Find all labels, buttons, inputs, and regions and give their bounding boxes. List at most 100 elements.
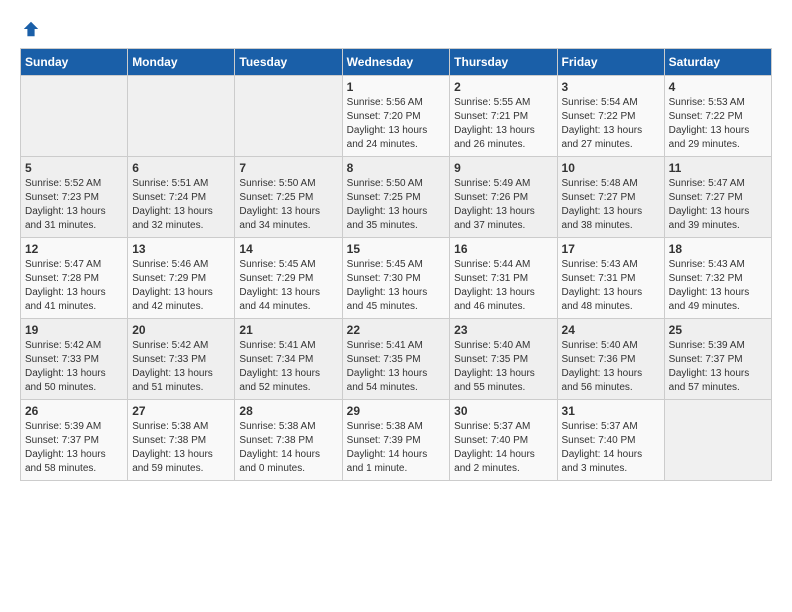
calendar-cell xyxy=(235,76,342,157)
day-info: Sunrise: 5:43 AM Sunset: 7:31 PM Dayligh… xyxy=(562,258,660,314)
calendar-cell xyxy=(664,400,771,481)
day-info: Sunrise: 5:46 AM Sunset: 7:29 PM Dayligh… xyxy=(132,258,230,314)
day-number: 13 xyxy=(132,242,230,256)
day-info: Sunrise: 5:55 AM Sunset: 7:21 PM Dayligh… xyxy=(454,96,552,152)
calendar-cell: 21 Sunrise: 5:41 AM Sunset: 7:34 PM Dayli… xyxy=(235,319,342,400)
calendar-cell: 23 Sunrise: 5:40 AM Sunset: 7:35 PM Dayli… xyxy=(450,319,557,400)
calendar-table: SundayMondayTuesdayWednesdayThursdayFrid… xyxy=(20,48,772,481)
day-number: 4 xyxy=(669,80,767,94)
day-number: 15 xyxy=(347,242,446,256)
day-info: Sunrise: 5:51 AM Sunset: 7:24 PM Dayligh… xyxy=(132,177,230,233)
day-info: Sunrise: 5:38 AM Sunset: 7:38 PM Dayligh… xyxy=(132,420,230,476)
day-number: 22 xyxy=(347,323,446,337)
calendar-week-1: 5 Sunrise: 5:52 AM Sunset: 7:23 PM Daylig… xyxy=(21,157,772,238)
day-number: 28 xyxy=(239,404,337,418)
calendar-cell: 5 Sunrise: 5:52 AM Sunset: 7:23 PM Daylig… xyxy=(21,157,128,238)
day-info: Sunrise: 5:48 AM Sunset: 7:27 PM Dayligh… xyxy=(562,177,660,233)
day-info: Sunrise: 5:50 AM Sunset: 7:25 PM Dayligh… xyxy=(239,177,337,233)
day-number: 9 xyxy=(454,161,552,175)
calendar-cell: 14 Sunrise: 5:45 AM Sunset: 7:29 PM Dayli… xyxy=(235,238,342,319)
day-number: 25 xyxy=(669,323,767,337)
day-number: 29 xyxy=(347,404,446,418)
day-number: 8 xyxy=(347,161,446,175)
day-number: 14 xyxy=(239,242,337,256)
calendar-cell: 13 Sunrise: 5:46 AM Sunset: 7:29 PM Dayli… xyxy=(128,238,235,319)
day-info: Sunrise: 5:47 AM Sunset: 7:28 PM Dayligh… xyxy=(25,258,123,314)
day-info: Sunrise: 5:37 AM Sunset: 7:40 PM Dayligh… xyxy=(454,420,552,476)
calendar-body: 1 Sunrise: 5:56 AM Sunset: 7:20 PM Daylig… xyxy=(21,76,772,481)
day-info: Sunrise: 5:43 AM Sunset: 7:32 PM Dayligh… xyxy=(669,258,767,314)
day-info: Sunrise: 5:45 AM Sunset: 7:29 PM Dayligh… xyxy=(239,258,337,314)
day-number: 23 xyxy=(454,323,552,337)
calendar-cell: 25 Sunrise: 5:39 AM Sunset: 7:37 PM Dayli… xyxy=(664,319,771,400)
day-info: Sunrise: 5:52 AM Sunset: 7:23 PM Dayligh… xyxy=(25,177,123,233)
page-header xyxy=(20,20,772,38)
calendar-cell: 29Sunrise: 5:38 AM Sunset: 7:39 PM Dayli… xyxy=(342,400,450,481)
day-number: 10 xyxy=(562,161,660,175)
day-info: Sunrise: 5:39 AM Sunset: 7:37 PM Dayligh… xyxy=(669,339,767,395)
calendar-cell xyxy=(21,76,128,157)
day-number: 19 xyxy=(25,323,123,337)
day-info: Sunrise: 5:41 AM Sunset: 7:35 PM Dayligh… xyxy=(347,339,446,395)
calendar-cell: 31 Sunrise: 5:37 AM Sunset: 7:40 PM Dayli… xyxy=(557,400,664,481)
day-info: Sunrise: 5:44 AM Sunset: 7:31 PM Dayligh… xyxy=(454,258,552,314)
day-number: 20 xyxy=(132,323,230,337)
calendar-week-2: 12 Sunrise: 5:47 AM Sunset: 7:28 PM Dayli… xyxy=(21,238,772,319)
calendar-header-wednesday: Wednesday xyxy=(342,49,450,76)
calendar-cell: 15Sunrise: 5:45 AM Sunset: 7:30 PM Dayli… xyxy=(342,238,450,319)
day-info: Sunrise: 5:56 AM Sunset: 7:20 PM Dayligh… xyxy=(347,96,446,152)
day-number: 27 xyxy=(132,404,230,418)
calendar-cell: 1 Sunrise: 5:56 AM Sunset: 7:20 PM Daylig… xyxy=(342,76,450,157)
day-number: 26 xyxy=(25,404,123,418)
day-info: Sunrise: 5:54 AM Sunset: 7:22 PM Dayligh… xyxy=(562,96,660,152)
calendar-cell: 20 Sunrise: 5:42 AM Sunset: 7:33 PM Dayli… xyxy=(128,319,235,400)
day-info: Sunrise: 5:42 AM Sunset: 7:33 PM Dayligh… xyxy=(132,339,230,395)
calendar-cell: 30Sunrise: 5:37 AM Sunset: 7:40 PM Dayli… xyxy=(450,400,557,481)
calendar-cell: 9 Sunrise: 5:49 AM Sunset: 7:26 PM Daylig… xyxy=(450,157,557,238)
calendar-header-tuesday: Tuesday xyxy=(235,49,342,76)
day-number: 24 xyxy=(562,323,660,337)
calendar-header-sunday: Sunday xyxy=(21,49,128,76)
calendar-cell: 4Sunrise: 5:53 AM Sunset: 7:22 PM Daylig… xyxy=(664,76,771,157)
calendar-cell: 17 Sunrise: 5:43 AM Sunset: 7:31 PM Dayli… xyxy=(557,238,664,319)
day-info: Sunrise: 5:39 AM Sunset: 7:37 PM Dayligh… xyxy=(25,420,123,476)
day-number: 1 xyxy=(347,80,446,94)
day-number: 31 xyxy=(562,404,660,418)
calendar-cell: 16 Sunrise: 5:44 AM Sunset: 7:31 PM Dayli… xyxy=(450,238,557,319)
day-info: Sunrise: 5:50 AM Sunset: 7:25 PM Dayligh… xyxy=(347,177,446,233)
logo xyxy=(20,20,40,38)
calendar-cell: 22 Sunrise: 5:41 AM Sunset: 7:35 PM Dayli… xyxy=(342,319,450,400)
calendar-cell: 10 Sunrise: 5:48 AM Sunset: 7:27 PM Dayli… xyxy=(557,157,664,238)
calendar-header-monday: Monday xyxy=(128,49,235,76)
day-info: Sunrise: 5:37 AM Sunset: 7:40 PM Dayligh… xyxy=(562,420,660,476)
calendar-header-saturday: Saturday xyxy=(664,49,771,76)
day-info: Sunrise: 5:49 AM Sunset: 7:26 PM Dayligh… xyxy=(454,177,552,233)
calendar-week-3: 19 Sunrise: 5:42 AM Sunset: 7:33 PM Dayli… xyxy=(21,319,772,400)
calendar-cell: 27 Sunrise: 5:38 AM Sunset: 7:38 PM Dayli… xyxy=(128,400,235,481)
day-number: 2 xyxy=(454,80,552,94)
day-info: Sunrise: 5:41 AM Sunset: 7:34 PM Dayligh… xyxy=(239,339,337,395)
day-number: 7 xyxy=(239,161,337,175)
calendar-cell: 2 Sunrise: 5:55 AM Sunset: 7:21 PM Daylig… xyxy=(450,76,557,157)
calendar-cell: 6Sunrise: 5:51 AM Sunset: 7:24 PM Daylig… xyxy=(128,157,235,238)
calendar-cell: 12 Sunrise: 5:47 AM Sunset: 7:28 PM Dayli… xyxy=(21,238,128,319)
calendar-cell: 26 Sunrise: 5:39 AM Sunset: 7:37 PM Dayli… xyxy=(21,400,128,481)
day-info: Sunrise: 5:47 AM Sunset: 7:27 PM Dayligh… xyxy=(669,177,767,233)
calendar-header-friday: Friday xyxy=(557,49,664,76)
day-number: 21 xyxy=(239,323,337,337)
day-number: 12 xyxy=(25,242,123,256)
calendar-cell: 24 Sunrise: 5:40 AM Sunset: 7:36 PM Dayli… xyxy=(557,319,664,400)
calendar-cell: 7 Sunrise: 5:50 AM Sunset: 7:25 PM Daylig… xyxy=(235,157,342,238)
day-number: 3 xyxy=(562,80,660,94)
day-info: Sunrise: 5:40 AM Sunset: 7:35 PM Dayligh… xyxy=(454,339,552,395)
day-info: Sunrise: 5:42 AM Sunset: 7:33 PM Dayligh… xyxy=(25,339,123,395)
calendar-cell: 11Sunrise: 5:47 AM Sunset: 7:27 PM Dayli… xyxy=(664,157,771,238)
day-number: 17 xyxy=(562,242,660,256)
day-info: Sunrise: 5:38 AM Sunset: 7:38 PM Dayligh… xyxy=(239,420,337,476)
day-number: 16 xyxy=(454,242,552,256)
day-number: 18 xyxy=(669,242,767,256)
calendar-cell xyxy=(128,76,235,157)
day-number: 5 xyxy=(25,161,123,175)
calendar-cell: 28 Sunrise: 5:38 AM Sunset: 7:38 PM Dayli… xyxy=(235,400,342,481)
day-info: Sunrise: 5:40 AM Sunset: 7:36 PM Dayligh… xyxy=(562,339,660,395)
